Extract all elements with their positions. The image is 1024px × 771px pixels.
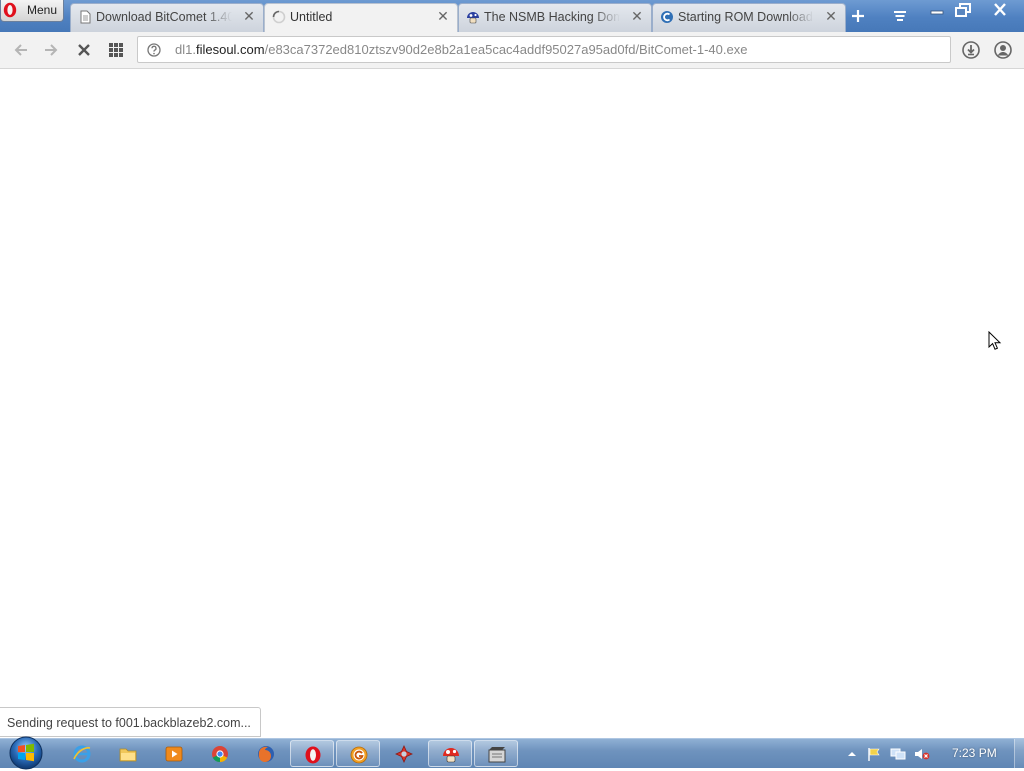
url-subdomain: dl1. (175, 42, 196, 57)
tab-menu-icon[interactable] (890, 6, 910, 26)
media-player-icon (165, 746, 183, 762)
back-arrow-icon[interactable] (11, 40, 31, 60)
tab-close-icon[interactable]: ✕ (243, 9, 255, 23)
url-domain: filesoul.com (195, 42, 265, 57)
tab-starting-rom-download[interactable]: Starting ROM Download ✕ (652, 3, 846, 32)
site-info-icon[interactable] (147, 43, 161, 57)
address-bar[interactable]: dl1.filesoul.com/e83ca7372ed810ztszv90d2… (137, 36, 951, 63)
firefox-icon (258, 746, 274, 762)
taskbar-app-g[interactable] (336, 740, 380, 767)
tab-title: The NSMB Hacking Domain (484, 10, 620, 24)
taskbar-app-media-player[interactable] (152, 740, 196, 767)
app-g-icon (350, 746, 368, 764)
site-favicon-icon (661, 11, 673, 23)
page-content-area (0, 69, 1024, 738)
new-tab-plus-icon[interactable] (848, 6, 868, 26)
menu-label: Menu (27, 3, 58, 17)
mushroom-app-icon (443, 748, 459, 763)
taskbar-app-mushroom[interactable] (428, 740, 472, 767)
browser-title-bar: Menu Download BitComet 1.40 ✕ Untitled ✕… (0, 0, 1024, 33)
status-bar: Sending request to f001.backblazeb2.com.… (0, 707, 261, 737)
action-center-flag-icon[interactable] (866, 747, 882, 761)
taskbar-clock[interactable]: 7:23 PM (952, 746, 997, 760)
film-app-icon (488, 747, 506, 763)
speed-dial-grid-icon[interactable] (106, 40, 126, 60)
file-explorer-icon (119, 748, 137, 762)
opera-menu-button[interactable]: Menu (0, 0, 64, 22)
taskbar-app-chrome[interactable] (198, 740, 242, 767)
stop-loading-icon[interactable] (74, 40, 94, 60)
tab-nsmb-hacking-domain[interactable]: The NSMB Hacking Domain ✕ (458, 3, 652, 32)
start-button-icon[interactable] (6, 735, 46, 771)
opera-logo-icon (3, 2, 17, 18)
minimize-window-icon[interactable] (924, 0, 950, 20)
show-desktop-button[interactable] (1014, 739, 1024, 768)
close-window-icon[interactable] (976, 0, 1024, 20)
taskbar-app-explorer[interactable] (106, 740, 150, 767)
tab-close-icon[interactable]: ✕ (825, 9, 837, 23)
forward-arrow-icon[interactable] (41, 40, 61, 60)
url-path: /e83ca7372ed810ztszv90d2e8b2a1ea5cac4add… (264, 42, 748, 57)
show-hidden-icons-icon[interactable] (844, 747, 860, 761)
taskbar-app-ie[interactable] (60, 740, 104, 767)
volume-muted-icon[interactable] (914, 747, 930, 761)
internet-explorer-icon (73, 745, 91, 763)
taskbar-app-opera[interactable] (290, 740, 334, 767)
tab-untitled[interactable]: Untitled ✕ (264, 3, 458, 33)
browser-toolbar: dl1.filesoul.com/e83ca7372ed810ztszv90d2… (0, 32, 1024, 69)
mouse-cursor-icon (988, 331, 1002, 350)
taskbar-app-red[interactable] (382, 740, 426, 767)
network-icon[interactable] (890, 747, 906, 761)
mushroom-favicon-icon (467, 12, 479, 24)
app-red-icon (395, 745, 413, 763)
taskbar-app-firefox[interactable] (244, 740, 288, 767)
opera-icon (305, 746, 321, 764)
chrome-icon (212, 746, 228, 763)
tab-title: Untitled (290, 10, 333, 24)
tab-close-icon[interactable]: ✕ (631, 9, 643, 23)
loading-spinner-icon (272, 10, 286, 24)
page-icon (80, 10, 91, 24)
url-text[interactable]: dl1.filesoul.com/e83ca7372ed810ztszv90d2… (175, 42, 747, 57)
windows-taskbar: 7:23 PM (0, 735, 1024, 771)
downloads-icon[interactable] (961, 40, 981, 60)
status-text: Sending request to f001.backblazeb2.com.… (7, 716, 251, 730)
taskbar-app-film[interactable] (474, 740, 518, 767)
tab-title: Download BitComet 1.40 (96, 10, 232, 24)
restore-window-icon[interactable] (950, 0, 976, 20)
tab-title: Starting ROM Download (678, 10, 813, 24)
tab-close-icon[interactable]: ✕ (437, 9, 449, 23)
tab-download-bitcomet[interactable]: Download BitComet 1.40 ✕ (70, 3, 264, 32)
account-icon[interactable] (993, 40, 1013, 60)
